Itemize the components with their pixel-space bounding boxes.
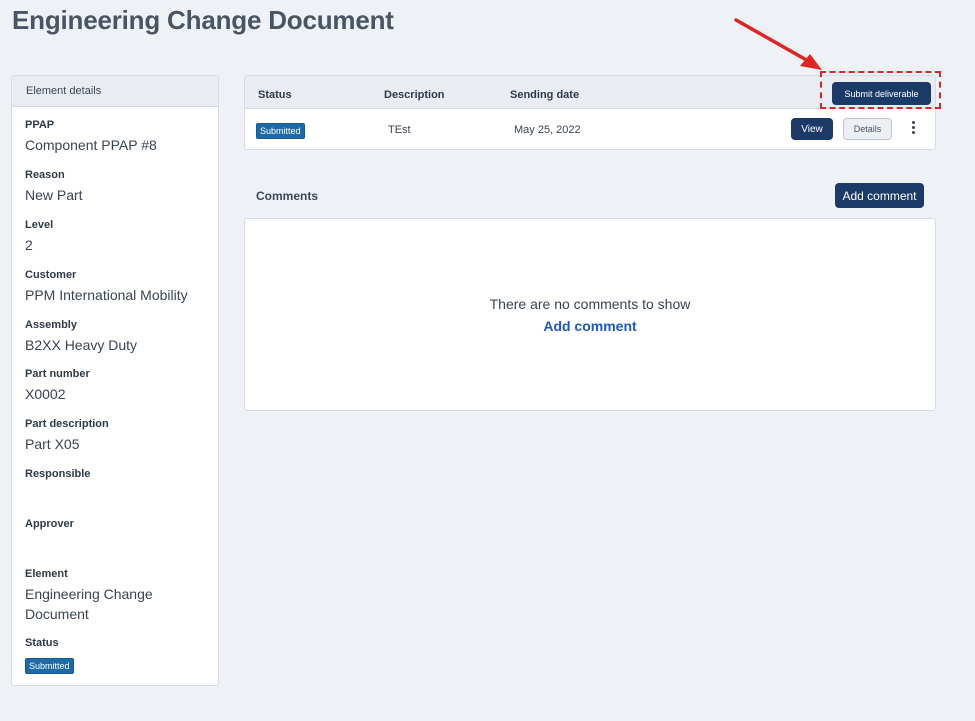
field-ppap: PPAP Component PPAP #8: [25, 118, 215, 155]
field-label: Part description: [25, 418, 109, 430]
field-part-number: Part number X0002: [25, 367, 215, 404]
column-header-sending-date: Sending date: [510, 89, 580, 101]
field-label: Reason: [25, 169, 65, 181]
field-value: Part X05: [25, 436, 80, 452]
kebab-menu-icon[interactable]: [909, 121, 917, 137]
element-details-header: Element details: [12, 76, 218, 107]
field-level: Level 2: [25, 218, 215, 255]
field-label: Element: [25, 568, 68, 580]
status-badge: Submitted: [25, 658, 74, 674]
red-arrow-icon: [734, 18, 822, 70]
field-value: Component PPAP #8: [25, 137, 157, 153]
field-label: Customer: [25, 269, 77, 281]
field-label: Responsible: [25, 468, 91, 480]
element-details-panel: Element details PPAP Component PPAP #8 R…: [11, 75, 219, 686]
field-element: Element Engineering Change Document: [25, 567, 215, 624]
field-part-description: Part description Part X05: [25, 417, 215, 454]
status-badge: Submitted: [256, 123, 305, 139]
field-reason: Reason New Part: [25, 168, 215, 205]
page-title: Engineering Change Document: [12, 5, 394, 35]
field-label: Part number: [25, 368, 90, 380]
field-value: B2XX Heavy Duty: [25, 337, 138, 353]
comments-title: Comments: [256, 189, 319, 203]
details-button[interactable]: Details: [843, 118, 892, 140]
view-button[interactable]: View: [791, 118, 833, 140]
annotation-highlight-box: [820, 71, 941, 109]
field-responsible: Responsible: [25, 467, 215, 484]
field-label: Approver: [25, 518, 74, 530]
field-assembly: Assembly B2XX Heavy Duty: [25, 318, 215, 355]
field-label: Assembly: [25, 319, 77, 331]
field-label: Level: [25, 219, 54, 231]
empty-comments-message: There are no comments to show: [489, 296, 691, 312]
field-value: New Part: [25, 187, 83, 203]
column-header-description: Description: [384, 89, 445, 101]
row-sending-date: May 25, 2022: [514, 124, 581, 136]
field-customer: Customer PPM International Mobility: [25, 268, 215, 305]
add-comment-link[interactable]: Add comment: [245, 318, 935, 334]
field-value: PPM International Mobility: [25, 287, 188, 303]
field-approver: Approver: [25, 517, 215, 534]
field-value: 2: [25, 237, 33, 253]
field-value: X0002: [25, 386, 66, 402]
field-value: Engineering Change Document: [25, 586, 153, 622]
row-description: TEst: [388, 124, 411, 136]
field-label: PPAP: [25, 119, 55, 131]
add-comment-button[interactable]: Add comment: [835, 183, 924, 208]
field-status: Status Submitted: [25, 636, 215, 674]
field-label: Status: [25, 637, 59, 649]
column-header-status: Status: [258, 89, 292, 101]
comments-panel: There are no comments to show Add commen…: [244, 218, 936, 411]
